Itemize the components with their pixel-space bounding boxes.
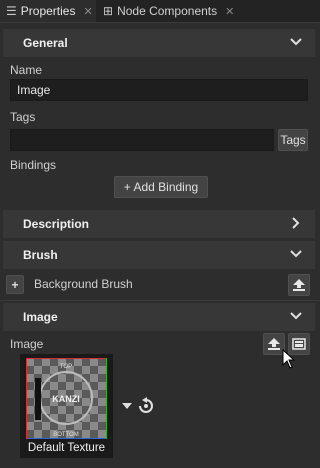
- divider: [0, 300, 320, 301]
- section-title: Description: [23, 217, 90, 231]
- tab-label: Node Components: [117, 4, 218, 18]
- section-general[interactable]: General: [3, 29, 315, 57]
- section-title: Image: [23, 310, 58, 324]
- chevron-right-icon[interactable]: [289, 216, 303, 230]
- grid-icon: ⊞: [103, 4, 114, 18]
- thumb-logo-text: KANZI: [52, 394, 80, 404]
- section-image[interactable]: Image: [3, 303, 315, 331]
- name-label: Name: [10, 63, 43, 77]
- texture-name: Default Texture: [27, 442, 106, 454]
- chevron-down-icon[interactable]: [289, 247, 303, 261]
- tab-properties[interactable]: ☰ Properties ✕: [0, 0, 96, 22]
- section-title: Brush: [23, 248, 58, 262]
- close-icon[interactable]: ✕: [225, 5, 234, 18]
- image-label: Image: [10, 337, 44, 351]
- default-texture-thumbnail: TOP BOTTOM KANZI: [26, 358, 107, 439]
- list-icon: ☰: [6, 4, 17, 18]
- tab-bar: ☰ Properties ✕ ⊞ Node Components ✕: [0, 0, 320, 23]
- mouse-cursor-icon: [282, 349, 296, 369]
- thumb-bottom-text: BOTTOM: [53, 432, 79, 438]
- add-binding-button[interactable]: + Add Binding: [114, 176, 208, 198]
- dropdown-arrow-icon[interactable]: [121, 400, 133, 412]
- tags-button[interactable]: Tags: [278, 129, 308, 151]
- tags-label: Tags: [10, 110, 36, 124]
- chevron-down-icon[interactable]: [289, 35, 303, 49]
- section-brush[interactable]: Brush: [3, 241, 315, 269]
- close-icon[interactable]: ✕: [83, 5, 92, 18]
- upload-icon: [293, 279, 305, 291]
- name-field[interactable]: [10, 79, 308, 101]
- tab-node-components[interactable]: ⊞ Node Components ✕: [97, 0, 245, 22]
- tab-label: Properties: [20, 4, 76, 18]
- tags-field[interactable]: [10, 129, 274, 151]
- bindings-label: Bindings: [10, 158, 57, 172]
- texture-preview[interactable]: TOP BOTTOM KANZI Default Texture: [20, 354, 113, 458]
- chevron-down-icon[interactable]: [289, 309, 303, 323]
- upload-icon: [268, 338, 280, 350]
- upload-button[interactable]: [288, 274, 310, 296]
- background-brush-label: Background Brush: [34, 277, 133, 291]
- section-description[interactable]: Description: [3, 210, 315, 238]
- section-title: General: [23, 36, 68, 50]
- reset-icon[interactable]: [137, 397, 155, 415]
- add-background-brush-button[interactable]: +: [6, 275, 24, 294]
- thumb-top-text: TOP: [60, 364, 72, 370]
